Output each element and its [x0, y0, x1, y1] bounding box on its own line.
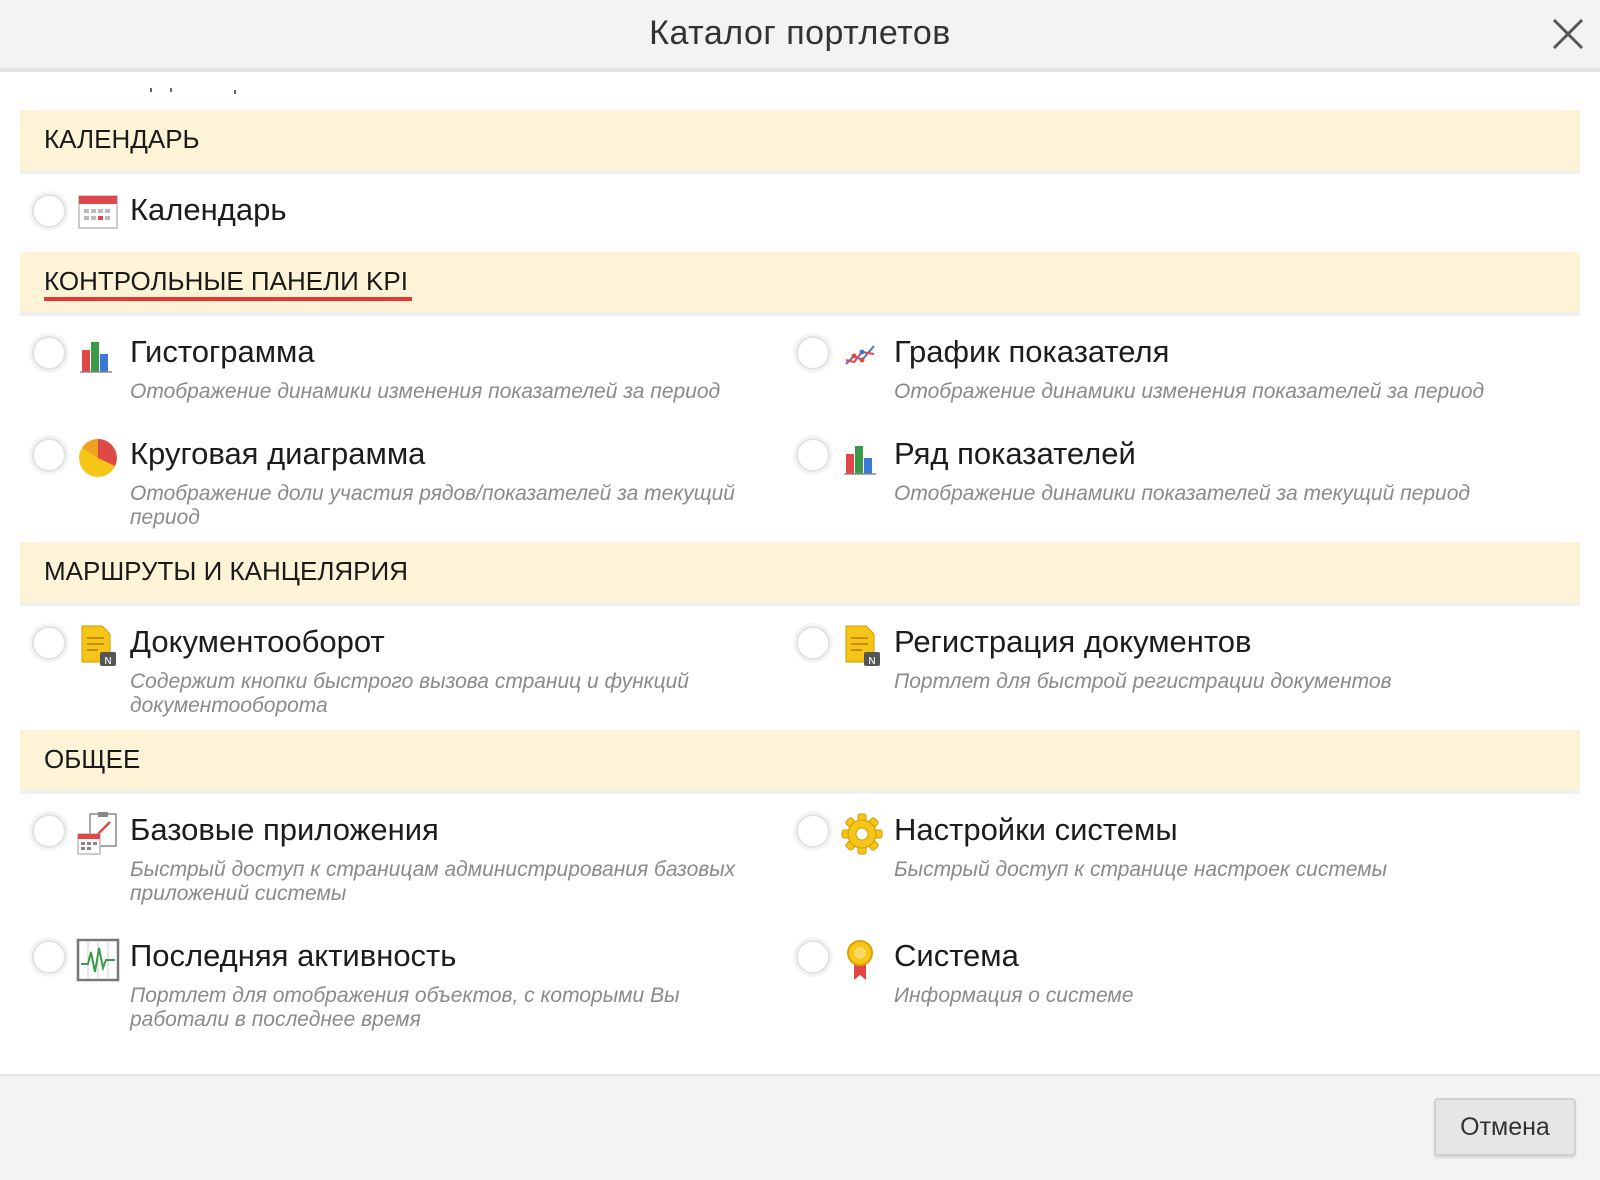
- section-title: КАЛЕНДАРЬ: [44, 124, 200, 154]
- section-title: КОНТРОЛЬНЫЕ ПАНЕЛИ KPI: [44, 266, 408, 296]
- section-routes: МАРШРУТЫ И КАНЦЕЛЯРИЯ: [20, 542, 1580, 606]
- svg-text:N: N: [868, 656, 875, 667]
- radio-button[interactable]: [796, 626, 830, 660]
- item-description: Портлет для отображения объектов, с кото…: [130, 984, 680, 1031]
- section-title: МАРШРУТЫ И КАНЦЕЛЯРИЯ: [44, 556, 408, 586]
- item-title: Регистрация документов: [894, 624, 1252, 659]
- bar-chart-icon: [76, 334, 120, 378]
- portlet-item-document-registration[interactable]: N Регистрация документов Портлет для быс…: [782, 624, 1552, 724]
- item-description: Отображение доли участия рядов/показател…: [130, 482, 735, 529]
- section-calendar: КАЛЕНДАРЬ: [20, 110, 1580, 174]
- medal-icon: [840, 938, 884, 982]
- pie-chart-icon: [76, 436, 120, 480]
- portlet-item-base-apps[interactable]: Базовые приложения Быстрый доступ к стра…: [18, 812, 788, 912]
- item-description: Информация о системе: [894, 984, 1134, 1007]
- activity-monitor-icon: [76, 938, 120, 982]
- item-title: Документооборот: [130, 624, 385, 659]
- dialog-footer: Отмена: [0, 1074, 1600, 1180]
- portlet-item-document-flow[interactable]: N Документооборот Содержит кнопки быстро…: [18, 624, 788, 724]
- dialog-header: Каталог портлетов: [0, 0, 1600, 72]
- item-description: Быстрый доступ к странице настроек систе…: [894, 858, 1388, 881]
- calendar-icon: [76, 190, 120, 234]
- section-general: ОБЩЕЕ: [20, 730, 1580, 794]
- radio-button[interactable]: [32, 626, 66, 660]
- item-description: Портлет для быстрой регистрации документ…: [894, 670, 1392, 693]
- clipped-text-remnant: [150, 82, 250, 94]
- portlet-item-system[interactable]: Система Информация о системе: [782, 938, 1552, 1038]
- document-lock-icon: N: [76, 624, 120, 668]
- item-description: Содержит кнопки быстрого вызова страниц …: [130, 670, 689, 717]
- item-title: Ряд показателей: [894, 436, 1136, 471]
- dialog-title: Каталог портлетов: [649, 14, 951, 52]
- item-title: Календарь: [130, 192, 287, 227]
- gear-icon: [840, 812, 884, 856]
- svg-text:N: N: [104, 656, 111, 667]
- radio-button[interactable]: [796, 438, 830, 472]
- radio-button[interactable]: [796, 814, 830, 848]
- item-description: Отображение динамики изменения показател…: [130, 380, 721, 403]
- item-title: Настройки системы: [894, 812, 1178, 847]
- line-chart-icon: [840, 334, 884, 378]
- section-underline: [44, 297, 412, 301]
- portlet-list[interactable]: КАЛЕНДАРЬ Календарь КОНТРОЛЬНЫЕ ПАНЕЛИ K…: [0, 72, 1600, 1074]
- item-title: Базовые приложения: [130, 812, 439, 847]
- radio-button[interactable]: [32, 940, 66, 974]
- document-lock-icon: N: [840, 624, 884, 668]
- radio-button[interactable]: [32, 438, 66, 472]
- portlet-item-system-settings[interactable]: Настройки системы Быстрый доступ к стран…: [782, 812, 1552, 912]
- radio-button[interactable]: [796, 336, 830, 370]
- portlet-item-recent-activity[interactable]: Последняя активность Портлет для отображ…: [18, 938, 788, 1038]
- item-title: Гистограмма: [130, 334, 315, 369]
- section-title: ОБЩЕЕ: [44, 744, 141, 774]
- portlet-item-indicator-graph[interactable]: График показателя Отображение динамики и…: [782, 334, 1552, 434]
- item-title: Последняя активность: [130, 938, 457, 973]
- clipboard-calendar-icon: [76, 812, 120, 856]
- bar-chart-icon: [840, 436, 884, 480]
- portlet-item-indicator-series[interactable]: Ряд показателей Отображение динамики пок…: [782, 436, 1552, 536]
- item-title: Круговая диаграмма: [130, 436, 426, 471]
- radio-button[interactable]: [32, 194, 66, 228]
- portlet-item-histogram[interactable]: Гистограмма Отображение динамики изменен…: [18, 334, 788, 434]
- cancel-button[interactable]: Отмена: [1434, 1098, 1576, 1156]
- portlet-item-pie-chart[interactable]: Круговая диаграмма Отображение доли учас…: [18, 436, 788, 536]
- radio-button[interactable]: [796, 940, 830, 974]
- item-description: Отображение динамики изменения показател…: [894, 380, 1485, 403]
- item-description: Быстрый доступ к страницам администриров…: [130, 858, 736, 905]
- item-title: График показателя: [894, 334, 1170, 369]
- close-icon[interactable]: [1548, 14, 1588, 54]
- radio-button[interactable]: [32, 814, 66, 848]
- radio-button[interactable]: [32, 336, 66, 370]
- section-kpi: КОНТРОЛЬНЫЕ ПАНЕЛИ KPI: [20, 252, 1580, 316]
- item-description: Отображение динамики показателей за теку…: [894, 482, 1471, 505]
- item-title: Система: [894, 938, 1019, 973]
